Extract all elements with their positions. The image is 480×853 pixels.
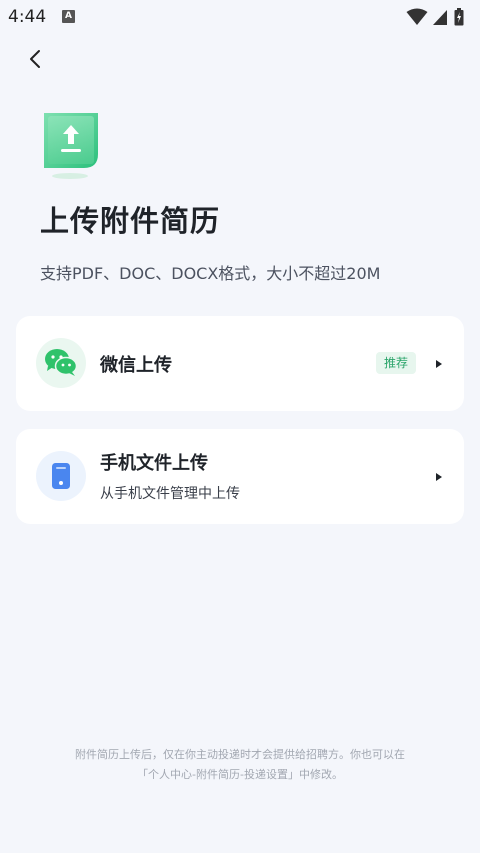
chevron-right-icon (436, 360, 442, 368)
cellular-icon (433, 10, 447, 25)
back-button[interactable] (22, 46, 48, 72)
recommend-badge: 推荐 (376, 352, 417, 374)
status-time: 4:44 (8, 7, 47, 27)
phone-file-upload-option[interactable]: 手机文件上传 从手机文件管理中上传 (16, 429, 464, 524)
wifi-icon (406, 8, 428, 25)
upload-file-icon (44, 113, 98, 179)
footer-note: 附件简历上传后，仅在你主动投递时才会提供给招聘方。你也可以在 「个人中心-附件简… (40, 745, 440, 785)
phone-upload-title: 手机文件上传 (100, 453, 208, 474)
wechat-icon-circle (36, 338, 86, 388)
footer-note-line1: 附件简历上传后，仅在你主动投递时才会提供给招聘方。你也可以在 (75, 748, 405, 761)
battery-icon (454, 8, 464, 26)
phone-icon-circle (36, 451, 86, 501)
notification-a-icon: A (62, 10, 75, 23)
status-bar: 4:44 A (0, 0, 480, 34)
wechat-icon (45, 349, 78, 376)
page-title: 上传附件简历 (40, 204, 221, 238)
phone-icon (52, 463, 70, 489)
page-subtitle: 支持PDF、DOC、DOCX格式，大小不超过20M (40, 264, 381, 283)
wechat-upload-title: 微信上传 (100, 355, 172, 376)
wechat-upload-option[interactable]: 微信上传 推荐 (16, 316, 464, 411)
phone-upload-description: 从手机文件管理中上传 (100, 486, 240, 502)
chevron-right-icon (436, 473, 442, 481)
status-icons (406, 8, 472, 26)
footer-note-line2: 「个人中心-附件简历-投递设置」中修改。 (137, 768, 343, 781)
chevron-left-icon (30, 50, 40, 68)
